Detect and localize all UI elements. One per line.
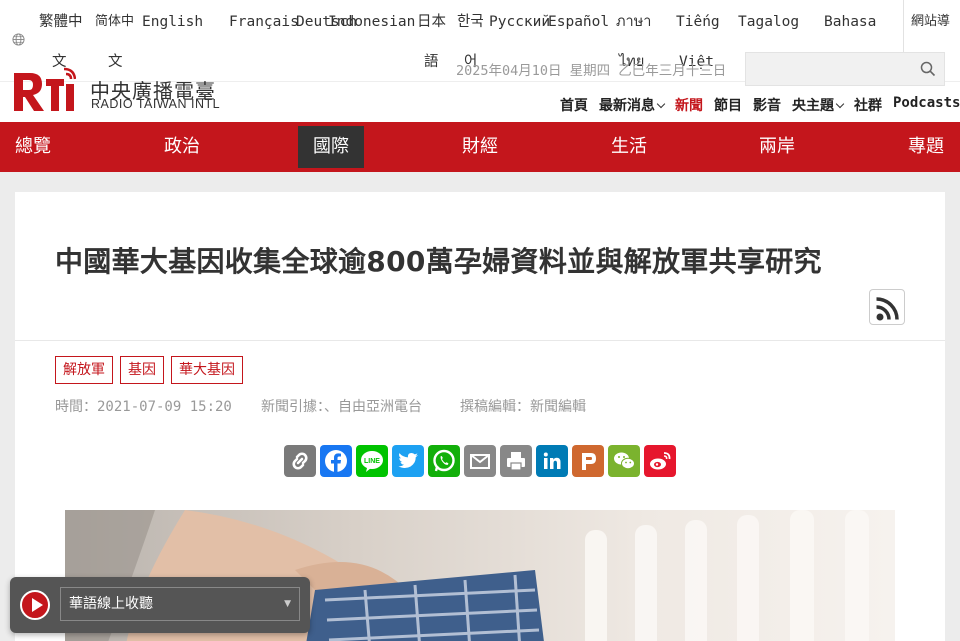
subnav-home[interactable]: 首頁: [560, 95, 588, 115]
article-source: 新聞引據：、自由亞洲電台: [261, 399, 422, 415]
lang-label: 語: [424, 54, 439, 70]
lang-spanish[interactable]: Español: [548, 13, 609, 31]
date-line: 2025年04月10日 星期四 乙巳年三月十三日: [456, 63, 727, 79]
svg-text:LINE: LINE: [364, 458, 380, 465]
divider: [15, 340, 945, 341]
email-icon[interactable]: [464, 445, 496, 477]
article-time: 時間：2021-07-09 15:20: [55, 396, 232, 416]
lang-japanese[interactable]: 日本 語: [417, 13, 446, 70]
line-icon[interactable]: LINE: [356, 445, 388, 477]
lang-bahasa[interactable]: Bahasa: [824, 13, 876, 31]
time-label: 時間：: [55, 399, 97, 415]
print-icon[interactable]: [500, 445, 532, 477]
lang-label: 简体中: [95, 14, 135, 29]
sitemap-link[interactable]: 網站導: [911, 13, 950, 31]
facebook-icon[interactable]: [320, 445, 352, 477]
radio-player: 華語線上收聽 ▼: [10, 577, 310, 633]
lang-trad-chinese[interactable]: 繁體中 文: [39, 13, 83, 70]
chevron-down-icon: [656, 99, 666, 109]
article-title: 中國華大基因收集全球逾800萬孕婦資料並與解放軍共享研究: [55, 245, 822, 278]
lang-label: ภาษา: [616, 14, 652, 30]
lang-label: 한국: [457, 14, 484, 30]
channel-label: 華語線上收聽: [69, 596, 153, 612]
dropdown-arrow-icon: ▼: [284, 599, 291, 609]
globe-icon: [12, 33, 26, 47]
subnav-topics[interactable]: 央主題: [792, 95, 845, 115]
site-logo[interactable]: 中央廣播電臺 RADIO TAIWAN INTL: [14, 59, 224, 113]
nav-finance[interactable]: 財經: [462, 122, 498, 172]
article-editor: 撰稿編輯：新聞編輯: [460, 399, 586, 415]
nav-international[interactable]: 國際: [298, 126, 364, 168]
rti-logo-mark: [14, 67, 76, 111]
lang-vietnamese[interactable]: Tiếng Việt: [676, 13, 720, 70]
lang-russian[interactable]: Русский: [489, 13, 550, 31]
lang-simp-chinese[interactable]: 简体中 文: [95, 13, 135, 70]
subnav-programs[interactable]: 節目: [714, 95, 742, 115]
channel-select[interactable]: 華語線上收聽 ▼: [60, 587, 300, 621]
subnav-latest[interactable]: 最新消息: [599, 95, 666, 115]
nav-overview[interactable]: 總覽: [15, 122, 51, 172]
subnav-video[interactable]: 影音: [753, 95, 781, 115]
nav-politics[interactable]: 政治: [164, 122, 200, 172]
subnav-news[interactable]: 新聞: [675, 95, 703, 115]
subnav-label: 央主題: [792, 98, 834, 114]
rss-icon: [876, 297, 899, 321]
main-nav: 總覽 政治 國際 財經 生活 兩岸 專題: [0, 122, 960, 172]
nav-special[interactable]: 專題: [908, 122, 944, 172]
tag-bgi[interactable]: 華大基因: [171, 356, 243, 384]
nav-life[interactable]: 生活: [611, 122, 647, 172]
lang-label: Tiếng: [676, 14, 720, 30]
search-icon[interactable]: [920, 61, 936, 77]
whatsapp-icon[interactable]: [428, 445, 460, 477]
tag-pla[interactable]: 解放軍: [55, 356, 113, 384]
linkedin-icon[interactable]: [536, 445, 568, 477]
subnav-community[interactable]: 社群: [854, 95, 882, 115]
chevron-down-icon: [835, 99, 845, 109]
weibo-icon[interactable]: [644, 445, 676, 477]
lang-indonesian[interactable]: Indonesian: [328, 13, 415, 31]
search-input[interactable]: [746, 53, 906, 85]
rss-button[interactable]: [869, 289, 905, 325]
lang-label: 繁體中: [39, 14, 83, 30]
lang-thai[interactable]: ภาษา ไทย: [616, 13, 652, 70]
logo-english-name: RADIO TAIWAN INTL: [91, 97, 221, 111]
lang-korean[interactable]: 한국 어: [457, 13, 484, 70]
wechat-icon[interactable]: [608, 445, 640, 477]
play-icon[interactable]: [20, 590, 50, 620]
lang-english[interactable]: English: [142, 13, 203, 31]
lang-label: 日本: [417, 14, 446, 30]
search-box: [745, 52, 945, 86]
lang-french[interactable]: Français: [229, 13, 299, 31]
site-header: 繁體中 文 简体中 文 English Français Deutsch Ind…: [0, 0, 960, 122]
twitter-icon[interactable]: [392, 445, 424, 477]
time-value: 2021-07-09 15:20: [97, 399, 232, 415]
tag-gene[interactable]: 基因: [120, 356, 164, 384]
plurk-icon[interactable]: [572, 445, 604, 477]
article-card: 中國華大基因收集全球逾800萬孕婦資料並與解放軍共享研究 解放軍 基因 華大基因…: [15, 192, 945, 641]
nav-cross-strait[interactable]: 兩岸: [759, 122, 795, 172]
subnav-label: 最新消息: [599, 98, 655, 114]
link-icon[interactable]: [284, 445, 316, 477]
lang-tagalog[interactable]: Tagalog: [738, 13, 799, 31]
subnav-podcasts[interactable]: Podcasts: [893, 95, 960, 111]
